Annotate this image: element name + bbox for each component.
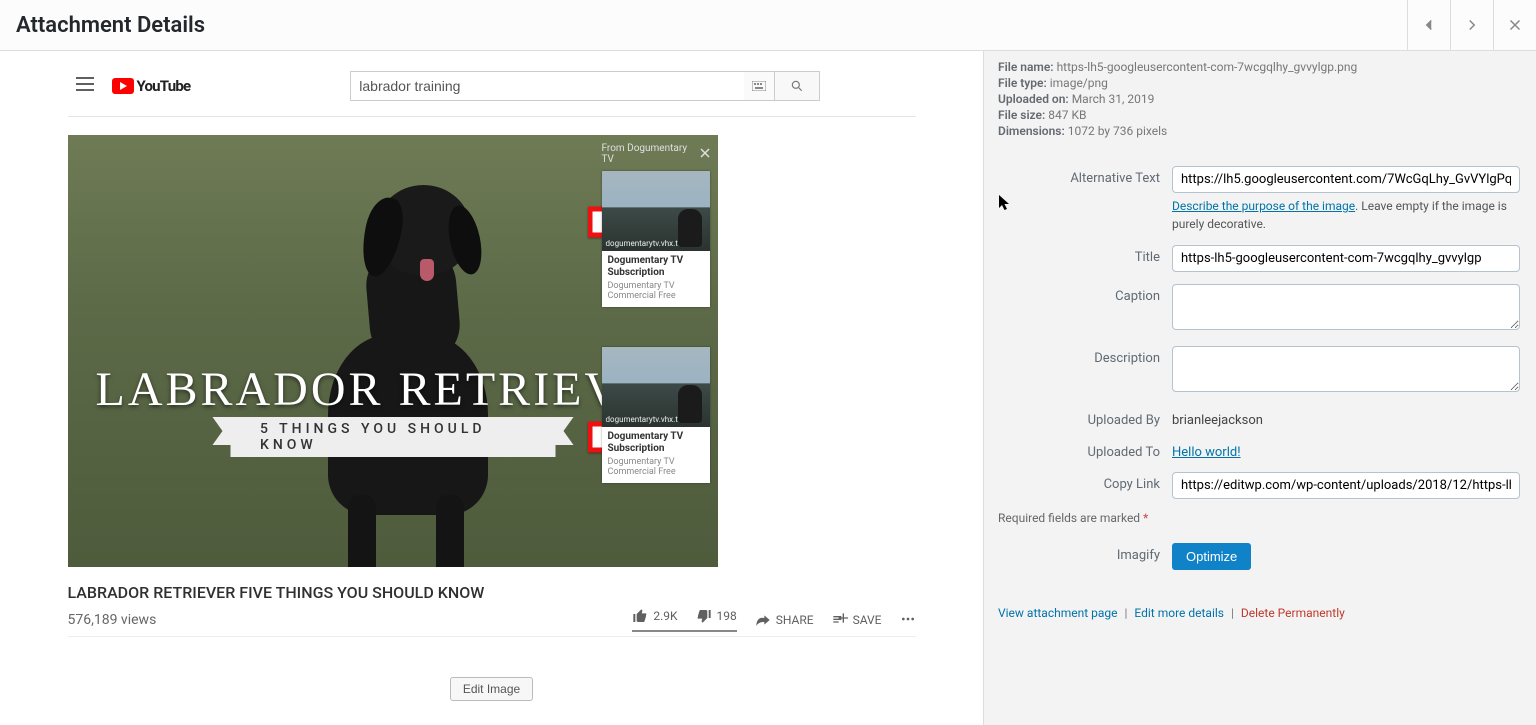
- hamburger-menu-button[interactable]: [76, 77, 94, 95]
- video-actions: 2.9K 198 SHARE: [632, 608, 915, 632]
- alt-help-link[interactable]: Describe the purpose of the image: [1172, 199, 1355, 213]
- thumbs-up-icon: [632, 608, 648, 624]
- video-side-overlay: From Dogumentary TV dogumentarytv.vhx.tv…: [594, 135, 718, 567]
- youtube-search: [350, 71, 820, 101]
- search-input[interactable]: [350, 71, 744, 101]
- attachment-footer-links: View attachment page | Edit more details…: [984, 606, 1520, 620]
- description-label: Description: [998, 346, 1172, 366]
- file-name-label: File name:: [998, 60, 1054, 74]
- share-label: SHARE: [776, 613, 814, 627]
- search-submit-button[interactable]: [774, 71, 820, 101]
- chevron-left-icon: [1420, 16, 1438, 34]
- dislike-count: 198: [717, 609, 737, 623]
- alt-text-label: Alternative Text: [998, 166, 1172, 186]
- uploaded-on-label: Uploaded on:: [998, 92, 1069, 106]
- title-input[interactable]: [1172, 245, 1520, 272]
- youtube-topbar: YouTube: [68, 64, 916, 117]
- view-count: 576,189 views: [68, 612, 157, 628]
- like-count: 2.9K: [653, 609, 677, 623]
- required-fields-note: Required fields are marked *: [984, 511, 1520, 525]
- promo-card-sub: Dogumentary TV Commercial Free: [608, 281, 704, 301]
- close-modal-button[interactable]: [1493, 0, 1536, 50]
- promo-card-sub: Dogumentary TV Commercial Free: [608, 457, 704, 477]
- optimize-button[interactable]: Optimize: [1172, 543, 1251, 570]
- save-label: SAVE: [853, 613, 882, 627]
- file-size-label: File size:: [998, 108, 1045, 122]
- promo-card-url: dogumentarytv.vhx.tv: [606, 415, 682, 424]
- uploaded-by-label: Uploaded By: [998, 408, 1172, 428]
- modal-header: Attachment Details: [0, 0, 1536, 51]
- video-title: LABRADOR RETRIEVER FIVE THINGS YOU SHOUL…: [68, 583, 916, 602]
- view-attachment-page-link[interactable]: View attachment page: [998, 606, 1118, 620]
- attachment-form: Alternative Text Describe the purpose of…: [984, 166, 1520, 499]
- delete-permanently-link[interactable]: Delete Permanently: [1241, 606, 1345, 620]
- save-button[interactable]: SAVE: [832, 612, 882, 628]
- side-overlay-close-button[interactable]: [700, 148, 710, 161]
- next-attachment-button[interactable]: [1450, 0, 1493, 50]
- keyboard-input-icon[interactable]: [744, 71, 774, 101]
- promo-card-title: Dogumentary TV Subscription: [608, 255, 704, 279]
- caption-label: Caption: [998, 284, 1172, 304]
- share-icon: [755, 612, 771, 628]
- like-button[interactable]: 2.9K: [632, 608, 677, 624]
- imagify-label: Imagify: [998, 543, 1172, 563]
- attachment-settings-column: File name: https-lh5-googleusercontent-c…: [983, 50, 1536, 725]
- edit-image-button[interactable]: Edit Image: [450, 677, 533, 701]
- uploaded-by-value: brianleejackson: [1172, 408, 1520, 428]
- alt-text-input[interactable]: [1172, 166, 1520, 193]
- keyboard-icon: [752, 81, 766, 91]
- playlist-add-icon: [832, 612, 848, 628]
- file-meta-block: File name: https-lh5-googleusercontent-c…: [984, 60, 1520, 138]
- dimensions-label: Dimensions:: [998, 124, 1065, 138]
- promo-card-image: dogumentarytv.vhx.tv: [602, 171, 710, 251]
- description-input[interactable]: [1172, 346, 1520, 392]
- file-type-value: image/png: [1050, 76, 1108, 90]
- chevron-right-icon: [1463, 16, 1481, 34]
- file-size-value: 847 KB: [1048, 108, 1086, 122]
- uploaded-to-link[interactable]: Hello world!: [1172, 445, 1241, 460]
- promo-card-title: Dogumentary TV Subscription: [608, 431, 704, 455]
- uploaded-to-label: Uploaded To: [998, 440, 1172, 460]
- caption-input[interactable]: [1172, 284, 1520, 330]
- more-actions-button[interactable]: [900, 611, 916, 630]
- attachment-preview-column: YouTube: [0, 50, 983, 725]
- youtube-page-stage: YouTube: [68, 50, 916, 725]
- side-overlay-source: From Dogumentary TV: [602, 143, 700, 165]
- edit-more-details-link[interactable]: Edit more details: [1134, 606, 1224, 620]
- thumbs-down-icon: [696, 608, 712, 624]
- alt-text-hint: Describe the purpose of the image. Leave…: [1172, 197, 1512, 233]
- promo-card-image: dogumentarytv.vhx.tv: [602, 347, 710, 427]
- modal-header-nav: [1407, 0, 1536, 50]
- promo-card[interactable]: dogumentarytv.vhx.tv Dogumentary TV Subs…: [602, 171, 710, 307]
- close-icon: [1506, 16, 1524, 34]
- youtube-logo-icon: [112, 78, 134, 94]
- more-horizontal-icon: [900, 611, 916, 627]
- youtube-logo[interactable]: YouTube: [112, 77, 191, 95]
- title-label: Title: [998, 245, 1172, 265]
- search-icon: [790, 79, 804, 93]
- file-name-value: https-lh5-googleusercontent-com-7wcgqlhy…: [1057, 60, 1358, 74]
- video-overlay-subtitle: 5 THINGS YOU SHOULD KNOW: [230, 417, 555, 457]
- uploaded-on-value: March 31, 2019: [1072, 92, 1155, 106]
- youtube-player-row: LABRADOR RETRIEVER 5 THINGS YOU SHOULD K…: [68, 135, 916, 567]
- file-type-label: File type:: [998, 76, 1047, 90]
- close-icon: [700, 148, 710, 158]
- copy-link-input[interactable]: [1172, 472, 1520, 499]
- copy-link-label: Copy Link: [998, 472, 1172, 492]
- dislike-button[interactable]: 198: [696, 608, 737, 624]
- hamburger-icon: [76, 77, 94, 91]
- prev-attachment-button[interactable]: [1407, 0, 1450, 50]
- youtube-logo-text: YouTube: [137, 77, 191, 95]
- promo-card-url: dogumentarytv.vhx.tv: [606, 239, 682, 248]
- modal-title: Attachment Details: [0, 13, 205, 38]
- share-button[interactable]: SHARE: [755, 612, 814, 628]
- dimensions-value: 1072 by 736 pixels: [1068, 124, 1167, 138]
- video-meta-block: LABRADOR RETRIEVER FIVE THINGS YOU SHOUL…: [68, 567, 916, 637]
- promo-card[interactable]: dogumentarytv.vhx.tv Dogumentary TV Subs…: [602, 347, 710, 483]
